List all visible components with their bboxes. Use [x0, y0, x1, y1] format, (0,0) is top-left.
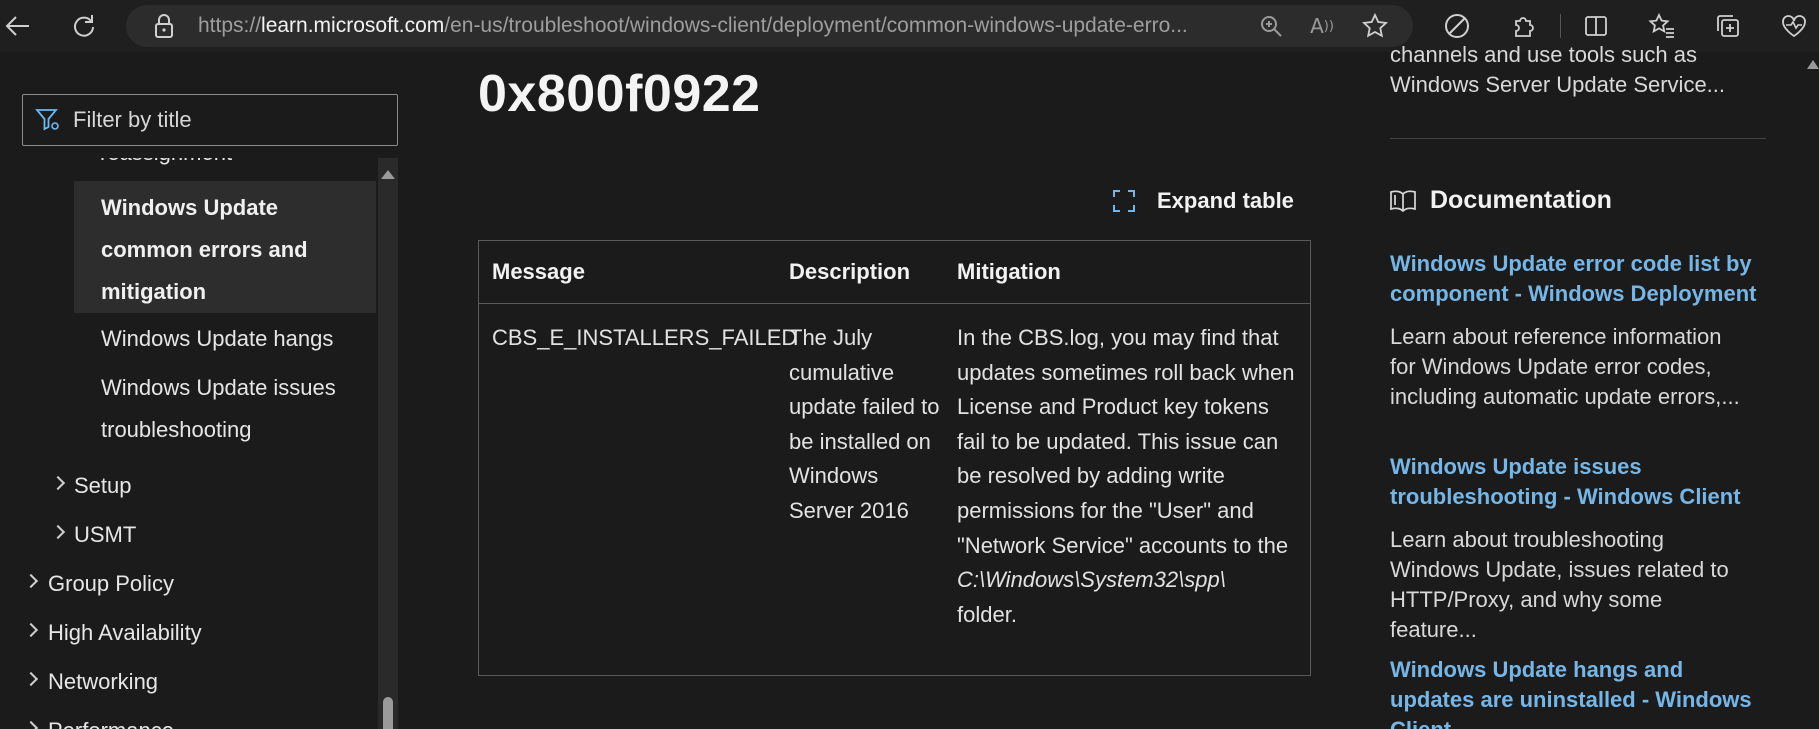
- sidebar-nav: reassignment Windows Update common error…: [0, 158, 378, 729]
- chevron-right-icon[interactable]: [23, 622, 39, 638]
- doc-link-update-hangs[interactable]: Windows Update hangs and updates are uni…: [1390, 655, 1765, 729]
- mitigation-end: folder.: [957, 601, 1017, 627]
- doc-desc-error-code-list: Learn about reference information for Wi…: [1390, 324, 1740, 409]
- sidebar-item-high-availability[interactable]: High Availability: [48, 612, 202, 654]
- doc-link-update-issues[interactable]: Windows Update issues troubleshooting - …: [1390, 452, 1760, 512]
- tracking-prevention-icon[interactable]: [1441, 10, 1473, 42]
- toolbar-divider: [1560, 14, 1561, 38]
- sidebar-item-usmt[interactable]: USMT: [74, 514, 136, 556]
- expand-table-label: Expand table: [1157, 188, 1294, 213]
- sidebar-item-selected[interactable]: Windows Update common errors and mitigat…: [74, 181, 376, 313]
- sidebar-item-update-hangs[interactable]: Windows Update hangs: [101, 318, 333, 360]
- favorite-star-icon[interactable]: [1359, 10, 1391, 42]
- refresh-icon[interactable]: [67, 10, 99, 42]
- rail-divider: [1390, 138, 1766, 139]
- filter-icon: [35, 107, 61, 133]
- split-screen-icon[interactable]: [1580, 10, 1612, 42]
- expand-icon: [1113, 190, 1135, 212]
- expand-table-button[interactable]: Expand table: [1113, 185, 1294, 217]
- documentation-heading: Documentation: [1390, 186, 1612, 215]
- extensions-icon[interactable]: [1508, 10, 1540, 42]
- cell-mitigation: In the CBS.log, you may find that update…: [957, 321, 1302, 632]
- error-table: Message Description Mitigation CBS_E_INS…: [478, 240, 1311, 676]
- url-text[interactable]: https://learn.microsoft.com/en-us/troubl…: [198, 5, 1348, 47]
- column-header-description: Description: [789, 259, 911, 284]
- chevron-right-icon[interactable]: [23, 671, 39, 687]
- header-divider: [479, 303, 1310, 304]
- column-header-message: Message: [492, 259, 585, 284]
- sidebar-item-reassignment[interactable]: reassignment: [100, 158, 232, 174]
- chevron-right-icon[interactable]: [23, 573, 39, 589]
- rail-partial-description: channels and use tools such as Windows S…: [1390, 42, 1726, 97]
- favorites-icon[interactable]: [1646, 10, 1678, 42]
- sidebar-item-selected-label: Windows Update common errors and mitigat…: [101, 195, 308, 304]
- chevron-right-icon[interactable]: [23, 720, 39, 729]
- mitigation-text: In the CBS.log, you may find that update…: [957, 325, 1295, 558]
- sidebar-item-performance[interactable]: Performance: [48, 710, 174, 729]
- cell-message: CBS_E_INSTALLERS_FAILED: [492, 325, 798, 350]
- sidebar-item-group-policy[interactable]: Group Policy: [48, 563, 174, 605]
- sidebar-item-setup[interactable]: Setup: [74, 465, 132, 507]
- filter-box[interactable]: [22, 94, 398, 146]
- doc-desc-update-issues: Learn about troubleshooting Windows Upda…: [1390, 527, 1729, 642]
- column-header-mitigation: Mitigation: [957, 259, 1061, 284]
- doc-link-error-code-list[interactable]: Windows Update error code list by compon…: [1390, 249, 1775, 309]
- sidebar-scrollbar[interactable]: [378, 158, 398, 729]
- lock-icon[interactable]: [148, 10, 180, 42]
- zoom-icon[interactable]: [1255, 10, 1287, 42]
- sidebar-scroll-thumb[interactable]: [383, 697, 393, 729]
- scroll-up-arrow-icon[interactable]: [381, 170, 395, 179]
- book-icon: [1390, 190, 1416, 212]
- page-title: 0x800f0922: [478, 65, 761, 123]
- mitigation-path: C:\Windows\System32\spp\: [957, 567, 1226, 593]
- page-scroll-up-icon[interactable]: [1807, 60, 1819, 69]
- documentation-title: Documentation: [1430, 186, 1612, 214]
- address-bar[interactable]: https://learn.microsoft.com/en-us/troubl…: [126, 5, 1413, 47]
- collections-icon[interactable]: [1712, 10, 1744, 42]
- back-arrow-icon[interactable]: [2, 10, 34, 42]
- sidebar-item-update-issues[interactable]: Windows Update issues troubleshooting: [101, 367, 371, 451]
- read-aloud-icon[interactable]: A)): [1306, 10, 1338, 42]
- sidebar-item-networking[interactable]: Networking: [48, 661, 158, 703]
- browser-essentials-icon[interactable]: [1778, 10, 1810, 42]
- cell-description: The July cumulative update failed to be …: [789, 325, 940, 523]
- chevron-right-icon[interactable]: [50, 475, 66, 491]
- chevron-right-icon[interactable]: [50, 524, 66, 540]
- filter-input[interactable]: [73, 95, 383, 145]
